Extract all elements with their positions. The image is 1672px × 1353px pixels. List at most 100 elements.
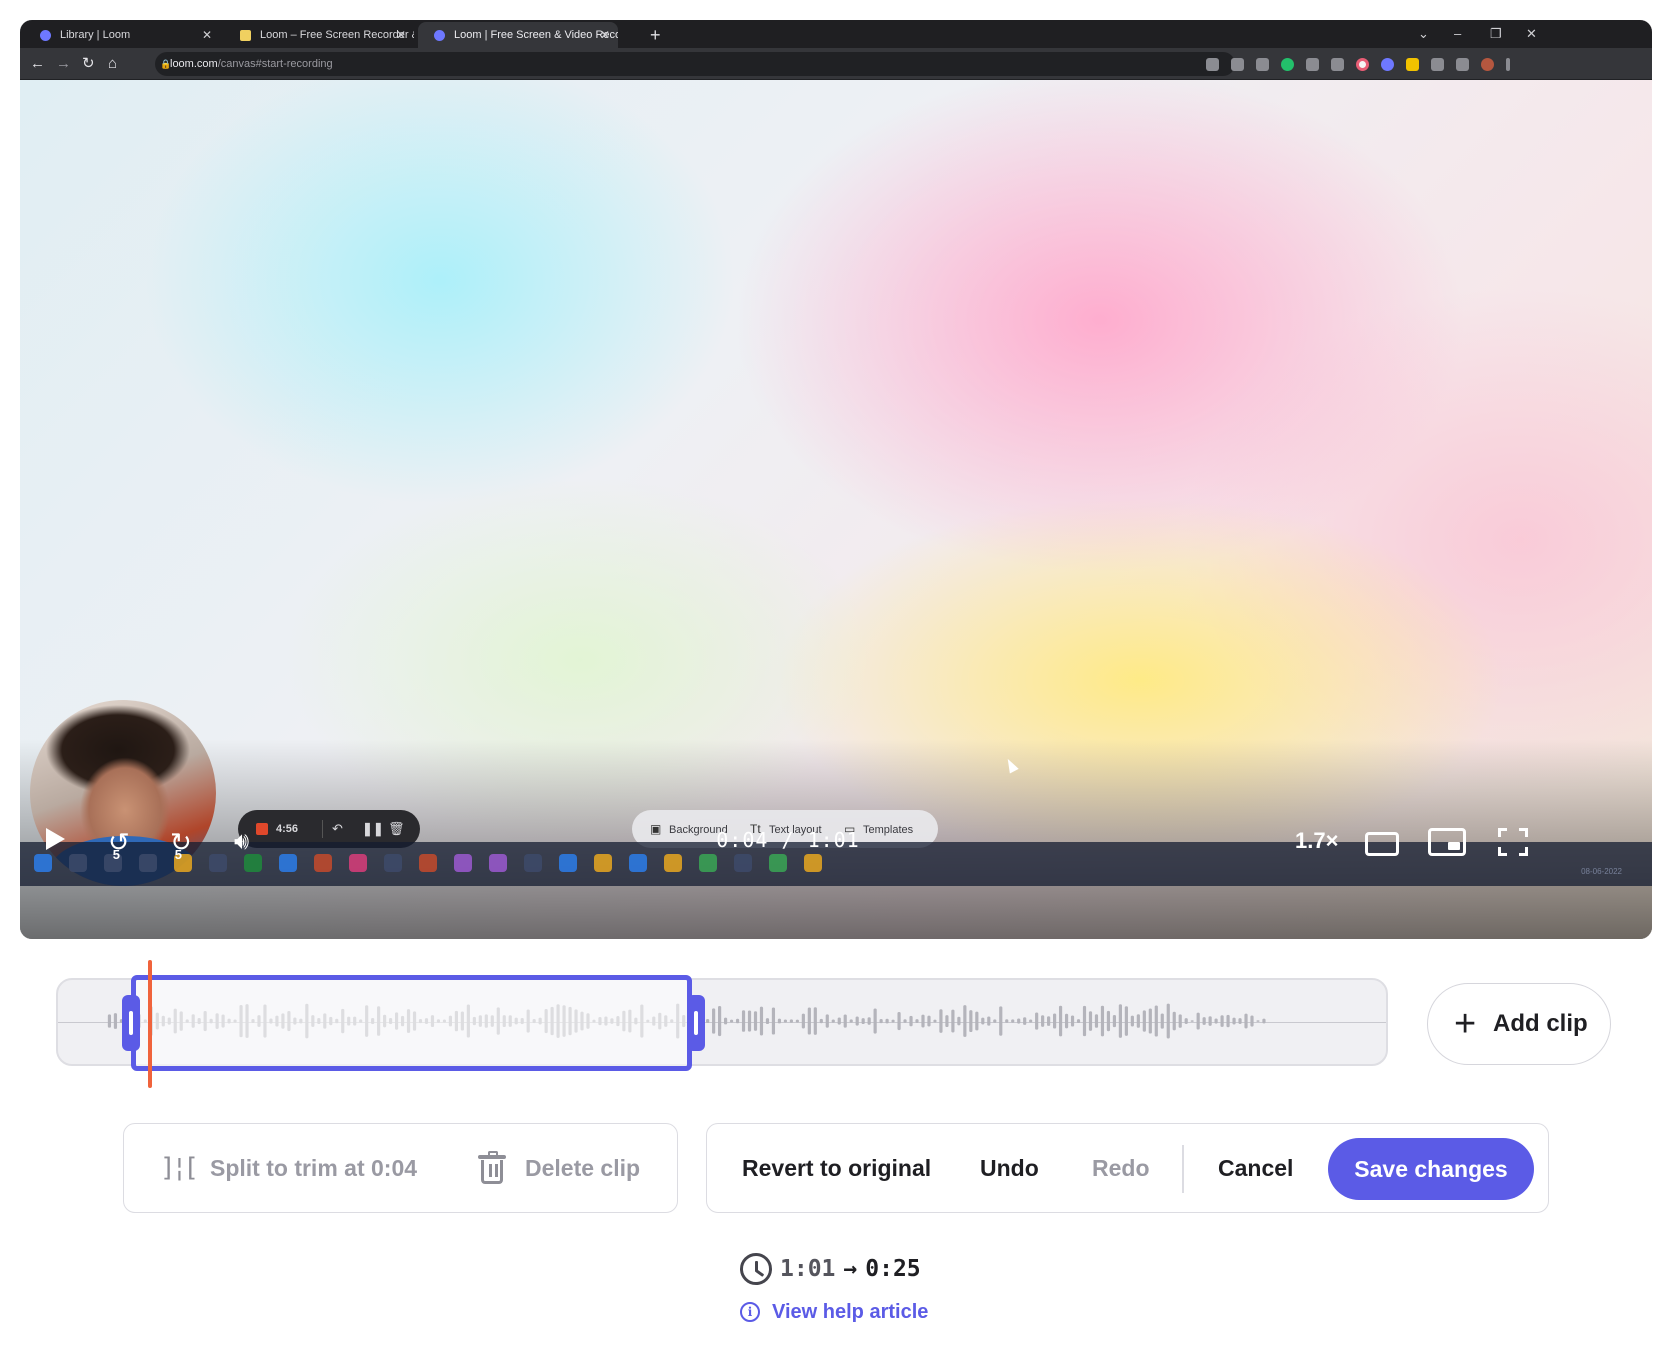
playhead[interactable]: [148, 960, 152, 1088]
windows-start-icon: [34, 854, 52, 872]
waveform-bar: [801, 1013, 805, 1029]
clip-actions-panel: ]¦[ Split to trim at 0:04 Delete clip: [123, 1123, 678, 1213]
waveform-bar: [1202, 1017, 1206, 1025]
waveform-bar: [849, 1019, 853, 1023]
revert-to-original-button[interactable]: Revert to original: [742, 1124, 931, 1212]
waveform-bar: [969, 1010, 973, 1033]
waveform-bar: [706, 1019, 710, 1024]
waveform-bar: [759, 1006, 764, 1036]
waveform-bar: [1250, 1015, 1254, 1027]
arrow-icon: →: [843, 1256, 858, 1282]
waveform-bar: [879, 1018, 883, 1024]
plus-icon: +: [1454, 1003, 1477, 1045]
recorded-browser-tabstrip: Library | Loom ✕ Loom – Free Screen Reco…: [20, 20, 1652, 48]
waveform-bar: [735, 1018, 740, 1024]
waveform-bar: [1023, 1017, 1027, 1025]
waveform-bar: [1172, 1011, 1176, 1031]
waveform-bar: [765, 1018, 770, 1025]
extension-icon: [1356, 58, 1369, 71]
waveform-bar: [753, 1011, 758, 1031]
close-icon: ✕: [395, 28, 406, 42]
waveform-bar: [1118, 1004, 1122, 1038]
waveform-bar: [831, 1019, 835, 1023]
picture-in-picture-button[interactable]: [1428, 828, 1466, 856]
whatsapp-icon: [699, 854, 717, 872]
delete-clip-button[interactable]: Delete clip: [525, 1124, 640, 1212]
settings-icon: [209, 854, 227, 872]
playback-speed-button[interactable]: 1.7×: [1295, 828, 1338, 854]
minimize-icon: –: [1454, 26, 1462, 41]
waveform-bar: [1041, 1015, 1045, 1027]
view-help-article-link[interactable]: View help article: [772, 1301, 928, 1324]
play-button[interactable]: [46, 828, 65, 850]
waveform-bar: [1035, 1012, 1039, 1030]
help-row[interactable]: i View help article: [740, 1298, 928, 1326]
divider: [1182, 1145, 1184, 1193]
rewind-5-button[interactable]: ↺5: [108, 820, 137, 875]
pip-icon: [1448, 842, 1460, 850]
selected-clip[interactable]: [131, 975, 692, 1071]
waveform-bar: [1106, 1010, 1111, 1032]
waveform-bar: [723, 1017, 728, 1025]
theater-mode-button[interactable]: [1365, 832, 1399, 856]
waveform-bar: [927, 1015, 931, 1027]
waveform-bar: [825, 1014, 829, 1028]
waveform-bar: [1256, 1020, 1260, 1022]
waveform-bar: [897, 1011, 901, 1031]
waveform-bar: [1214, 1018, 1218, 1024]
waveform-bar: [1136, 1014, 1140, 1028]
waveform-bar: [885, 1018, 889, 1024]
recorded-browser-toolbar: ← → ↻ ⌂ 🔒 loom.com/canvas#start-recordin…: [20, 48, 1652, 80]
xd-icon: [349, 854, 367, 872]
volume-button[interactable]: 🔊︎: [234, 820, 249, 864]
clip-start-handle[interactable]: [122, 995, 140, 1051]
save-changes-button[interactable]: Save changes: [1328, 1138, 1534, 1200]
waveform-bar: [903, 1019, 907, 1023]
premiere-icon: [454, 854, 472, 872]
waveform-bar: [1058, 1005, 1063, 1037]
waveform-bar: [837, 1017, 841, 1025]
app-icon: [139, 854, 157, 872]
recorded-tab: Loom – Free Screen Recorder & Screen Cap…: [224, 22, 414, 48]
fullscreen-button[interactable]: [1498, 828, 1528, 856]
redo-button[interactable]: Redo: [1092, 1124, 1150, 1212]
waveform-bar: [1053, 1013, 1057, 1029]
tab-search-icon: ⌄: [1418, 26, 1429, 41]
taskbar-date: 08-06-2022: [1581, 867, 1622, 876]
waveform-bar: [1154, 1005, 1158, 1037]
total-time: 1:01: [807, 828, 860, 852]
waveform-bar: [861, 1018, 865, 1025]
waveform-bar: [747, 1010, 752, 1032]
video-player[interactable]: Library | Loom ✕ Loom – Free Screen Reco…: [20, 20, 1652, 939]
waveform-bar: [855, 1016, 859, 1026]
forward-icon: →: [56, 55, 71, 72]
add-clip-button[interactable]: + Add clip: [1427, 983, 1611, 1065]
photoshop-icon: [384, 854, 402, 872]
waveform-bar: [951, 1009, 955, 1033]
forward-5-button[interactable]: ↻5: [170, 820, 199, 875]
cancel-button[interactable]: Cancel: [1218, 1124, 1293, 1212]
close-window-icon: ✕: [1526, 26, 1537, 41]
undo-button[interactable]: Undo: [980, 1124, 1039, 1212]
home-icon: ⌂: [108, 55, 118, 72]
waveform-bar: [718, 1005, 722, 1037]
extension-icon: [1306, 58, 1319, 71]
waveform-bar: [771, 1007, 776, 1035]
clip-end-handle[interactable]: [687, 995, 705, 1051]
after-effects-icon: [489, 854, 507, 872]
waveform-bar: [939, 1009, 943, 1033]
info-icon: i: [740, 1302, 760, 1322]
waveform-bar: [909, 1015, 913, 1027]
waveform-bar: [813, 1007, 817, 1035]
waveform-bar: [712, 1008, 716, 1034]
star-icon: [1256, 58, 1269, 71]
waveform-bar: [999, 1006, 1003, 1036]
app-icon: [524, 854, 542, 872]
waveform-bar: [1184, 1018, 1188, 1024]
camera-icon: [1206, 58, 1219, 71]
waveform-bar: [1017, 1018, 1021, 1024]
loom-favicon-icon: [240, 30, 251, 41]
split-to-trim-button[interactable]: Split to trim at 0:04: [210, 1124, 417, 1212]
recorded-url: loom.com/canvas#start-recording: [170, 58, 333, 70]
time-readout: 0:04 / 1:01: [716, 828, 860, 852]
